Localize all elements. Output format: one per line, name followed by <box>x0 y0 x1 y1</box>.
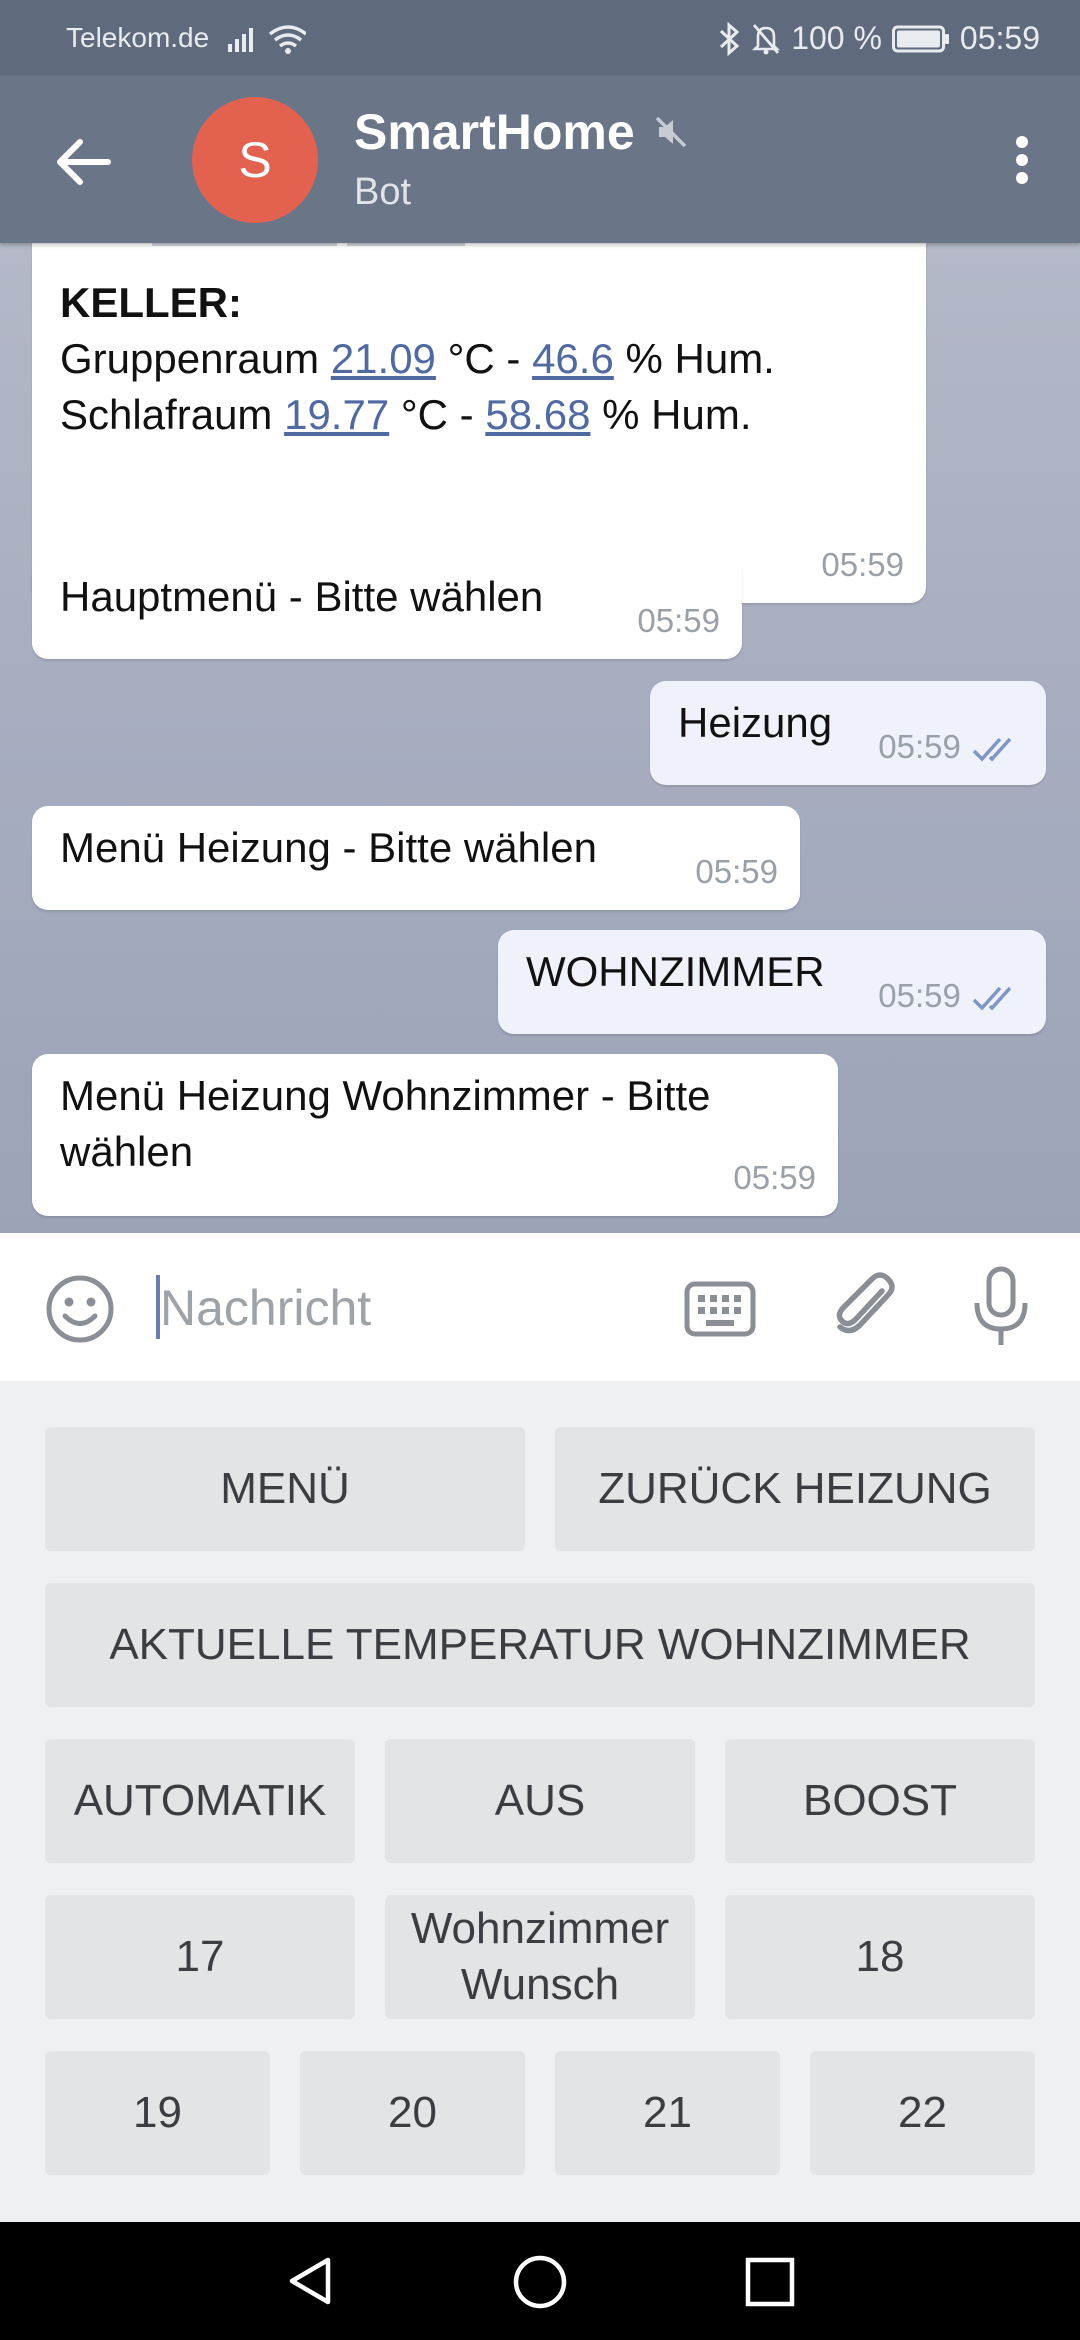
kb-aus-button[interactable]: AUS <box>385 1739 695 1863</box>
temp-unit: °C - <box>400 391 474 438</box>
room-name: Schlafraum <box>60 391 273 438</box>
message-text: WOHNZIMMER <box>526 948 825 995</box>
kb-current-temp-button[interactable]: AKTUELLE TEMPERATUR WOHNZIMMER <box>45 1583 1035 1707</box>
message-input[interactable] <box>158 1269 662 1347</box>
clock: 05:59 <box>959 20 1040 56</box>
kb-boost-button[interactable]: BOOST <box>725 1739 1035 1863</box>
nav-home-icon[interactable] <box>512 2254 568 2310</box>
message-incoming[interactable]: Menü Heizung Wohnzimmer - Bitte wählen 0… <box>32 1054 838 1216</box>
reading-line: Schlafraum 19.77 °C - 58.68 % Hum. <box>60 387 775 443</box>
kb-wish-button[interactable]: Wohnzimmer Wunsch <box>385 1895 695 2019</box>
temp-unit: °C - <box>447 335 521 382</box>
humidity-link[interactable]: 46.6 <box>532 335 614 382</box>
carrier-label: Telekom.de <box>66 22 210 53</box>
message-text: Heizung <box>678 699 833 746</box>
reading-line: Gruppenraum 21.09 °C - 46.6 % Hum. <box>60 331 775 387</box>
chat-history[interactable]: KELLER: Gruppenraum 21.09 °C - 46.6 % Hu… <box>0 243 1080 1233</box>
bot-keyboard: MENÜ ZURÜCK HEIZUNG AKTUELLE TEMPERATUR … <box>0 1381 1080 2222</box>
kb-temp-20-button[interactable]: 20 <box>300 2051 525 2175</box>
section-heading: KELLER: <box>60 279 242 326</box>
chat-title-wrap[interactable]: SmartHome <box>354 103 689 161</box>
message-text: Hauptmenü - Bitte wählen <box>60 573 544 620</box>
kb-back-heating-button[interactable]: ZURÜCK HEIZUNG <box>555 1427 1035 1551</box>
message-incoming[interactable]: Hauptmenü - Bitte wählen 05:59 <box>32 555 742 659</box>
message-time: 05:59 <box>821 546 904 583</box>
status-bar: Telekom.de 100 % 05:59 <box>0 0 1080 75</box>
kb-temp-21-button[interactable]: 21 <box>555 2051 780 2175</box>
attach-paperclip-icon[interactable] <box>830 1269 900 1345</box>
temp-link[interactable]: 21.09 <box>331 335 436 382</box>
message-incoming[interactable]: Menü Heizung - Bitte wählen 05:59 <box>32 806 800 910</box>
muted-speaker-icon <box>655 116 686 148</box>
message-text-line: Menü Heizung Wohnzimmer - Bitte <box>60 1072 711 1119</box>
kb-temp-22-button[interactable]: 22 <box>810 2051 1035 2175</box>
emoji-icon[interactable] <box>44 1273 116 1345</box>
nav-back-icon[interactable] <box>284 2254 338 2308</box>
kb-temp-19-button[interactable]: 19 <box>45 2051 270 2175</box>
system-nav-bar <box>0 2222 1080 2340</box>
microphone-icon[interactable] <box>968 1265 1034 1349</box>
humidity-unit: % Hum. <box>602 391 752 438</box>
chat-title: SmartHome <box>354 104 635 160</box>
battery-icon <box>891 25 949 52</box>
room-name: Gruppenraum <box>60 335 320 382</box>
read-double-check-icon <box>972 738 1012 762</box>
message-text-line: wählen <box>60 1128 194 1175</box>
humidity-unit: % Hum. <box>625 335 775 382</box>
temp-link[interactable]: 19.77 <box>284 391 389 438</box>
battery-percent: 100 % <box>791 20 882 56</box>
avatar[interactable]: S <box>192 97 318 223</box>
keyboard-icon[interactable] <box>684 1281 756 1337</box>
message-time: 05:59 <box>878 977 961 1014</box>
message-sensor-readings[interactable]: KELLER: Gruppenraum 21.09 °C - 46.6 % Hu… <box>32 243 926 603</box>
kb-menu-button[interactable]: MENÜ <box>45 1427 525 1551</box>
message-time: 05:59 <box>878 728 961 765</box>
composer-bar <box>0 1233 1080 1381</box>
nav-recents-icon[interactable] <box>744 2256 796 2308</box>
signal-wifi-icon <box>228 25 306 54</box>
message-time: 05:59 <box>733 1159 816 1196</box>
message-time: 05:59 <box>637 602 720 639</box>
bluetooth-icon <box>720 21 740 56</box>
humidity-link[interactable]: 58.68 <box>485 391 590 438</box>
message-outgoing[interactable]: WOHNZIMMER 05:59 <box>498 930 1046 1034</box>
chat-subtitle: Bot <box>354 171 412 213</box>
message-time: 05:59 <box>695 853 778 890</box>
more-vert-icon[interactable] <box>992 125 1052 195</box>
back-arrow-icon[interactable] <box>48 127 118 197</box>
mute-bell-icon <box>752 23 781 54</box>
message-outgoing[interactable]: Heizung 05:59 <box>650 681 1046 785</box>
kb-temp-18-button[interactable]: 18 <box>725 1895 1035 2019</box>
message-text: Menü Heizung - Bitte wählen <box>60 824 597 871</box>
kb-temp-17-button[interactable]: 17 <box>45 1895 355 2019</box>
chat-header: S SmartHome Bot <box>0 75 1080 243</box>
read-double-check-icon <box>972 987 1012 1011</box>
kb-automatik-button[interactable]: AUTOMATIK <box>45 1739 355 1863</box>
